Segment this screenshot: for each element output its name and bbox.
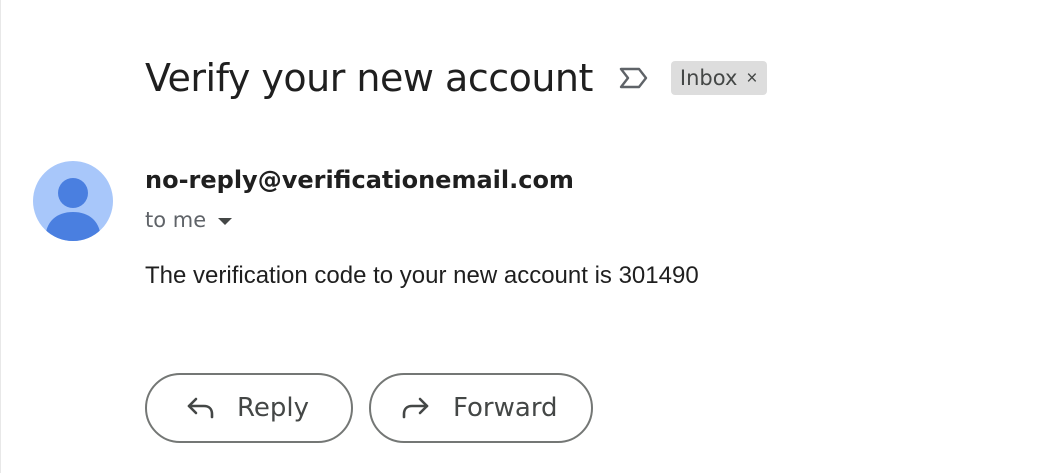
forward-button[interactable]: Forward — [369, 373, 593, 443]
pane-border — [0, 0, 1, 473]
sender-address: no-reply@verificationemail.com — [145, 166, 574, 194]
sender-avatar[interactable] — [33, 161, 113, 241]
important-marker-icon[interactable] — [617, 65, 651, 91]
label-chip-text: Inbox — [679, 66, 738, 90]
reply-label: Reply — [237, 393, 310, 423]
recipient-details-toggle[interactable]: to me — [145, 208, 233, 232]
reply-button[interactable]: Reply — [145, 373, 353, 443]
email-body: The verification code to your new accoun… — [145, 262, 699, 289]
remove-label-icon[interactable]: × — [746, 69, 757, 88]
email-subject: Verify your new account — [145, 56, 593, 100]
forward-label: Forward — [453, 393, 558, 423]
forward-arrow-icon — [399, 392, 431, 424]
person-avatar-icon — [45, 178, 101, 241]
label-chip-inbox: Inbox × — [670, 61, 767, 95]
reply-arrow-icon — [185, 392, 217, 424]
recipient-text: to me — [145, 208, 207, 232]
subject-row: Verify your new account Inbox × — [145, 50, 767, 106]
chevron-down-icon[interactable] — [218, 217, 233, 225]
